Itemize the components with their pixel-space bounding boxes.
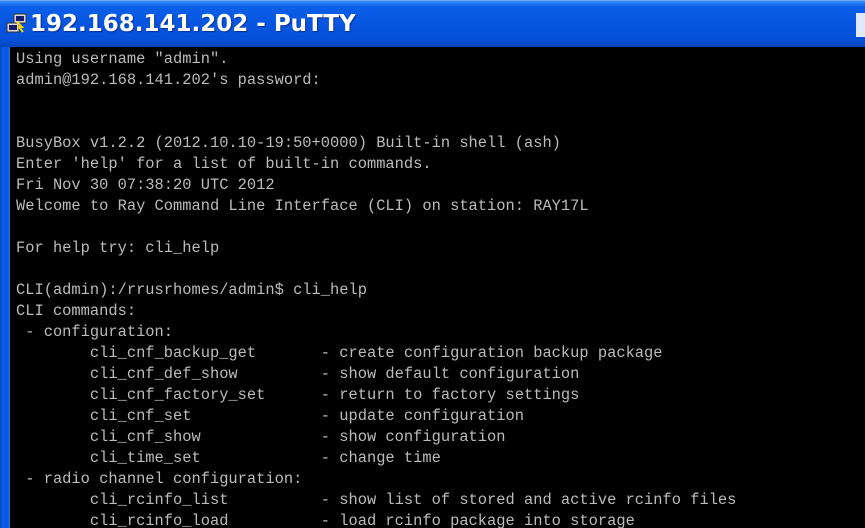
terminal-line: cli_time_set - change time — [16, 449, 441, 467]
window-title: 192.168.141.202 - PuTTY — [30, 11, 356, 37]
terminal-line: cli_cnf_factory_set - return to factory … — [16, 386, 580, 404]
terminal-line: Using username "admin". — [16, 50, 229, 68]
terminal-line: BusyBox v1.2.2 (2012.10.10-19:50+0000) B… — [16, 134, 561, 152]
terminal-line: For help try: cli_help — [16, 239, 220, 257]
terminal-line: - configuration: — [16, 323, 174, 341]
putty-window: 192.168.141.202 - PuTTY Using username "… — [0, 0, 865, 528]
terminal-line: cli_rcinfo_load - load rcinfo package in… — [16, 512, 635, 528]
terminal-line: CLI commands: — [16, 302, 137, 320]
terminal-line: cli_cnf_def_show - show default configur… — [16, 365, 580, 383]
window-frame-left — [0, 47, 10, 528]
terminal-line: cli_cnf_backup_get - create configuratio… — [16, 344, 663, 362]
terminal-line: Welcome to Ray Command Line Interface (C… — [16, 197, 589, 215]
terminal-line: - radio channel configuration: — [16, 470, 303, 488]
terminal-line: cli_rcinfo_list - show list of stored an… — [16, 491, 737, 509]
title-bar-edge — [856, 13, 865, 37]
terminal-screen[interactable]: Using username "admin". admin@192.168.14… — [10, 47, 865, 528]
terminal-line: CLI(admin):/rrusrhomes/admin$ cli_help — [16, 281, 367, 299]
putty-icon[interactable] — [6, 13, 28, 35]
terminal-line: admin@192.168.141.202's password: — [16, 71, 321, 89]
terminal-line: cli_cnf_set - update configuration — [16, 407, 524, 425]
terminal-line: cli_cnf_show - show configuration — [16, 428, 506, 446]
title-bar[interactable]: 192.168.141.202 - PuTTY — [0, 0, 865, 47]
terminal-line: Fri Nov 30 07:38:20 UTC 2012 — [16, 176, 275, 194]
terminal-line: Enter 'help' for a list of built-in comm… — [16, 155, 432, 173]
